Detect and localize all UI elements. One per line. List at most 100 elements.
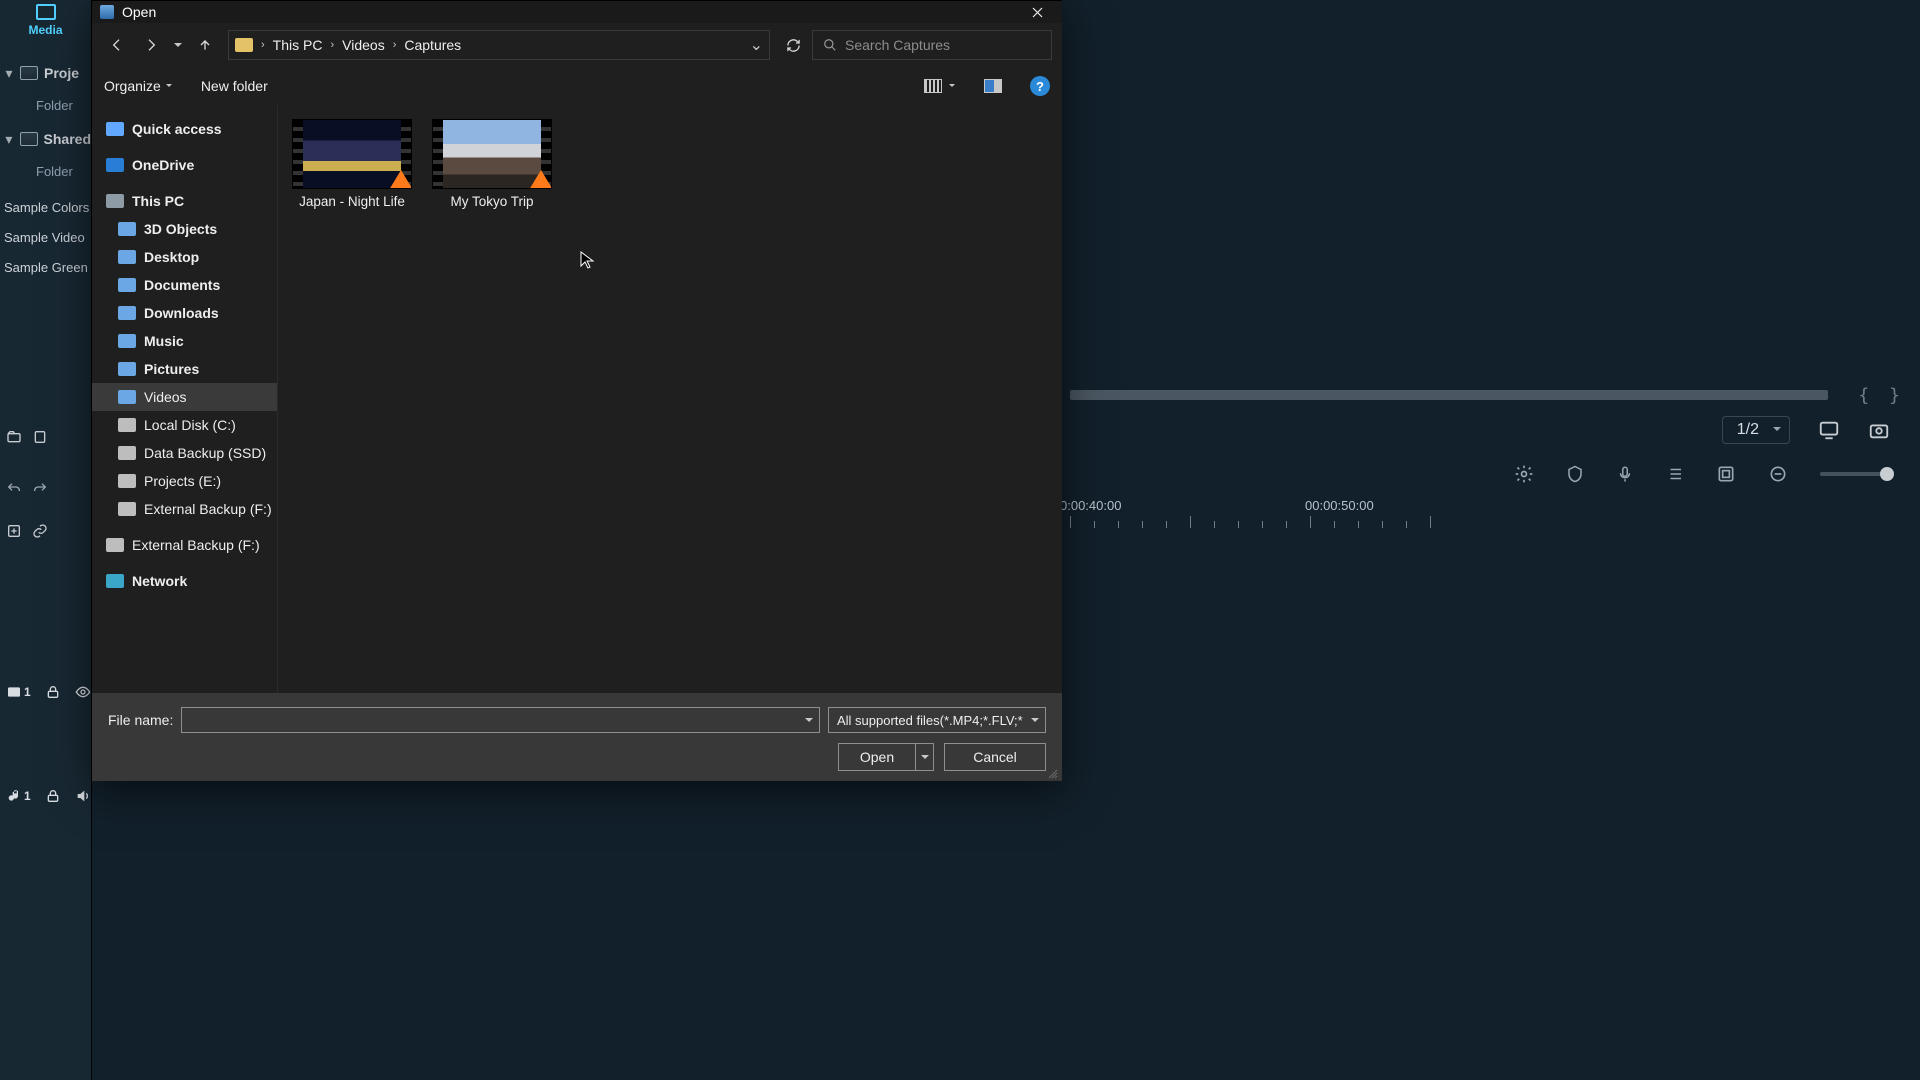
panel-entry[interactable]: Sample Video [0,223,91,253]
resize-grip[interactable] [1046,767,1058,779]
filename-input[interactable] [181,707,820,733]
tree-item-proje[interactable]: ▾ Proje [0,55,91,91]
close-button[interactable] [1016,1,1058,23]
new-folder-icon[interactable] [6,429,22,445]
vlc-icon [389,170,412,189]
breadcrumb-bar[interactable]: › This PC › Videos › Captures ⌄ [228,30,770,60]
new-folder-button[interactable]: New folder [201,78,268,94]
media-tab[interactable]: Media [0,0,91,41]
nav-drive-e[interactable]: Projects (E:) [92,467,277,495]
crumb-segment[interactable]: Videos [342,37,385,53]
view-menu[interactable] [924,79,956,93]
folder-icon [118,250,136,264]
screen-icon[interactable] [1818,419,1840,441]
tree-item-shared[interactable]: ▾ Shared [0,121,91,157]
tree-label: Shared [44,131,91,147]
zoom-slider[interactable] [1820,472,1890,476]
undo-redo-row [6,477,48,501]
nav-row: › This PC › Videos › Captures ⌄ [92,23,1062,67]
gear-icon[interactable] [1514,464,1534,484]
chevron-icon[interactable]: › [389,39,401,51]
nav-desktop[interactable]: Desktop [92,243,277,271]
file-item[interactable]: My Tokyo Trip [432,119,552,210]
shield-icon[interactable] [1566,465,1584,483]
back-button[interactable] [102,30,132,60]
lock-icon[interactable] [45,788,61,804]
file-list[interactable]: Japan - Night Life My Tokyo Trip [278,105,1062,693]
cloud-icon [106,158,124,172]
redo-icon[interactable] [32,481,48,497]
nav-pictures[interactable]: Pictures [92,355,277,383]
search-icon [823,38,837,52]
undo-icon[interactable] [6,481,22,497]
filename-label: File name: [108,712,173,728]
panel-entry[interactable]: Sample Green [0,253,91,283]
link-icon[interactable] [32,523,48,539]
star-icon [106,122,124,136]
nav-downloads[interactable]: Downloads [92,299,277,327]
nav-this-pc[interactable]: This PC [92,187,277,215]
crumb-segment[interactable]: Captures [404,37,461,53]
nav-network[interactable]: Network [92,567,277,595]
brace-right-icon[interactable]: } [1889,385,1900,406]
eye-icon[interactable] [75,684,91,700]
folder-icon [235,38,253,52]
dialog-body: Quick access OneDrive This PC 3D Objects… [92,105,1062,693]
brace-left-icon[interactable]: { [1858,385,1869,406]
up-button[interactable] [190,30,220,60]
open-button[interactable]: Open [838,743,916,771]
open-dropdown[interactable] [916,743,934,771]
cancel-button[interactable]: Cancel [944,743,1046,771]
search-box[interactable] [812,30,1052,60]
file-name: Japan - Night Life [292,193,412,210]
nav-drive-ssd[interactable]: Data Backup (SSD) [92,439,277,467]
timeline-toolbar [1040,450,1920,498]
nav-quick-access[interactable]: Quick access [92,115,277,143]
chevron-icon[interactable]: › [326,39,338,51]
file-thumbnail [432,119,552,189]
nav-onedrive[interactable]: OneDrive [92,151,277,179]
nav-documents[interactable]: Documents [92,271,277,299]
mic-icon[interactable] [1616,465,1634,483]
zoom-out-icon[interactable] [1768,464,1788,484]
titlebar[interactable]: Open [92,1,1062,23]
preview-pane-button[interactable] [984,79,1002,93]
refresh-button[interactable] [778,30,808,60]
forward-button[interactable] [136,30,166,60]
nav-drive-c[interactable]: Local Disk (C:) [92,411,277,439]
list-icon[interactable] [1666,465,1684,483]
nav-drive-f2[interactable]: External Backup (F:) [92,531,277,559]
tile-add-icon[interactable] [6,523,22,539]
drive-icon [106,538,124,552]
search-input[interactable] [845,37,1041,53]
filetype-select[interactable]: All supported files(*.MP4;*.FLV;* [828,707,1046,733]
crumb-segment[interactable]: This PC [273,37,323,53]
nav-music[interactable]: Music [92,327,277,355]
snapshot-icon[interactable] [1868,419,1890,441]
bin-icon[interactable] [32,429,48,445]
page-indicator[interactable]: 1/2 [1722,416,1790,444]
path-dropdown[interactable]: ⌄ [750,35,763,55]
help-button[interactable]: ? [1030,76,1050,96]
chevron-icon[interactable]: › [257,39,269,51]
media-icon [36,4,56,20]
track-label: 1 [6,788,31,804]
lock-icon[interactable] [45,684,61,700]
speaker-icon[interactable] [75,788,91,804]
nav-drive-f[interactable]: External Backup (F:) [92,495,277,523]
progress-bar[interactable] [1070,390,1828,400]
nav-3d-objects[interactable]: 3D Objects [92,215,277,243]
network-icon [106,574,124,588]
file-item[interactable]: Japan - Night Life [292,119,412,210]
timeline-ruler[interactable]: 0:00:40:00 00:00:50:00 [1050,498,1910,538]
audio-track[interactable]: 1 [6,784,91,808]
recent-dropdown[interactable] [170,30,186,60]
panel-entry[interactable]: Sample Colors [0,193,91,223]
nav-pane[interactable]: Quick access OneDrive This PC 3D Objects… [92,105,278,693]
crop-icon[interactable] [1716,464,1736,484]
folder-icon [20,66,38,80]
nav-videos[interactable]: Videos [92,383,277,411]
dialog-title: Open [122,4,1016,20]
video-track[interactable]: 1 [6,680,91,704]
organize-menu[interactable]: Organize [104,78,173,94]
